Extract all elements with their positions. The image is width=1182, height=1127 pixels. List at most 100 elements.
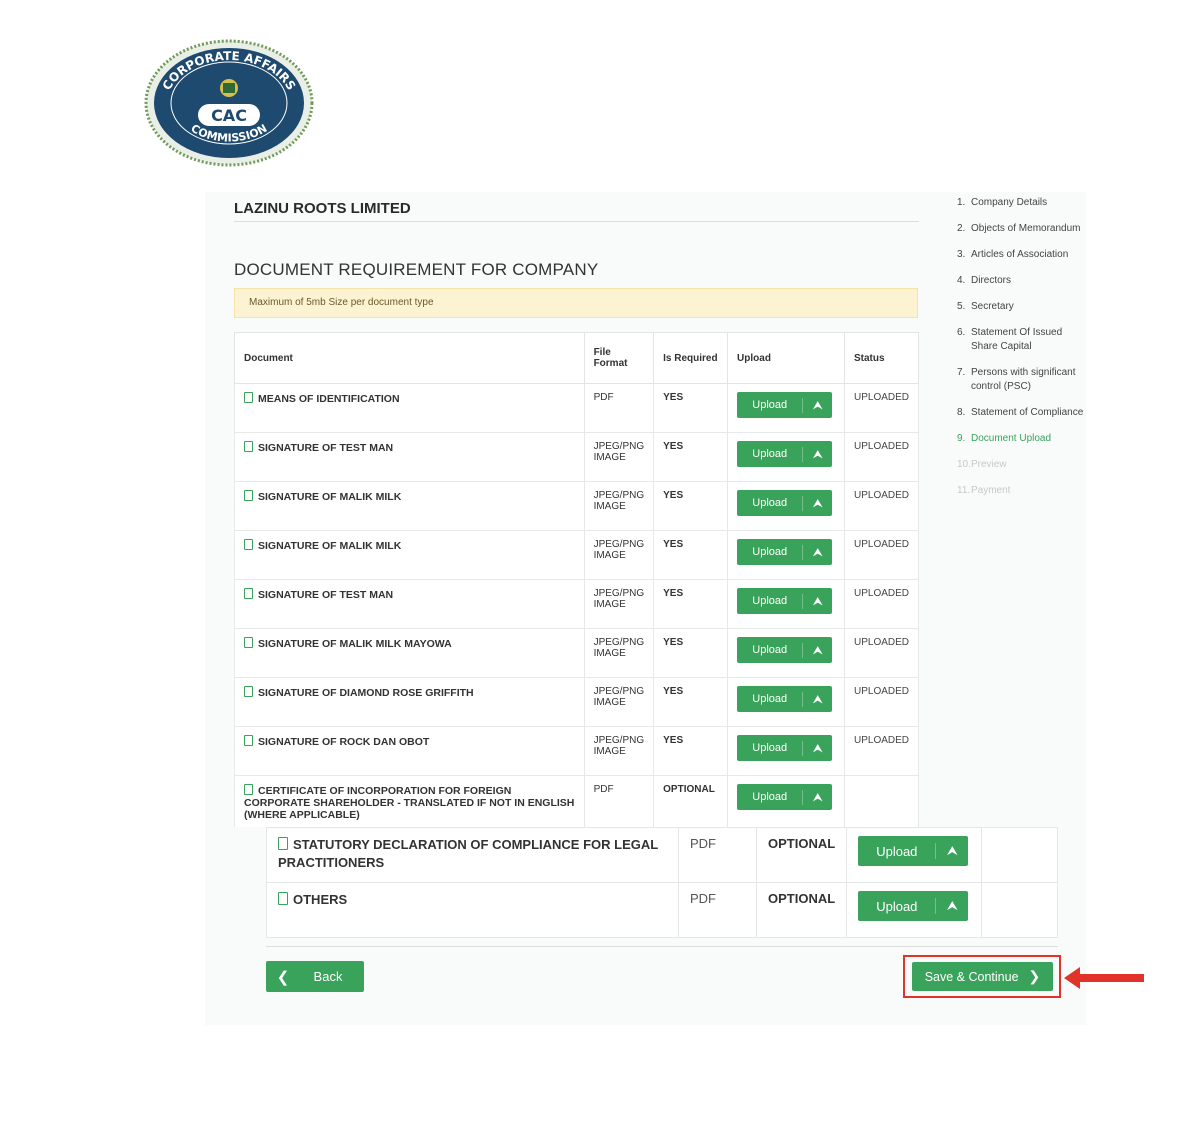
upload-button-label: Upload [752, 791, 788, 803]
upload-cell: Upload ⮝ [727, 775, 845, 830]
is-required-cell: OPTIONAL [653, 775, 729, 830]
upload-button[interactable]: Upload ⮝ [737, 784, 833, 810]
upload-cell: Upload ⮝ [727, 383, 845, 433]
document-name-cell: SIGNATURE OF MALIK MILK MAYOWA [234, 628, 585, 678]
main-panel: LAZINU ROOTS LIMITED DOCUMENT REQUIREMEN… [205, 192, 1087, 830]
upload-button[interactable]: Upload ⮝ [737, 392, 833, 418]
step-item[interactable]: 9. Document Upload [957, 432, 1087, 446]
file-format-cell: JPEG/PNG IMAGE [583, 726, 655, 776]
table-row: SIGNATURE OF MALIK MILK JPEG/PNG IMAGE Y… [234, 530, 920, 580]
document-name: SIGNATURE OF MALIK MILK MAYOWA [258, 638, 452, 650]
upload-button[interactable]: Upload ⮝ [858, 891, 969, 921]
is-required-cell: OPTIONAL [755, 882, 848, 938]
upload-icon: ⮝ [802, 446, 832, 462]
alert-info: Maximum of 5mb Size per document type [234, 288, 918, 318]
step-item[interactable]: 5. Secretary [957, 300, 1087, 314]
document-name-cell: SIGNATURE OF MALIK MILK [234, 530, 585, 580]
save-continue-button[interactable]: Save & Continue ❯ [912, 962, 1053, 991]
upload-button-label: Upload [876, 843, 918, 859]
save-continue-highlight: Save & Continue ❯ [903, 955, 1061, 998]
document-name-cell: CERTIFICATE OF INCORPORATION FOR FOREIGN… [234, 775, 585, 830]
lower-panel: STATUTORY DECLARATION OF COMPLIANCE FOR … [205, 827, 1086, 1025]
upload-cell: Upload ⮝ [846, 882, 983, 938]
table-header-row: Document File Format Is Required Upload … [234, 332, 920, 384]
step-item: 11. Payment [957, 484, 1087, 498]
table-row: SIGNATURE OF TEST MAN JPEG/PNG IMAGE YES… [234, 579, 920, 629]
upload-cell: Upload ⮝ [727, 432, 845, 482]
status-cell: UPLOADED [843, 432, 920, 482]
upload-cell: Upload ⮝ [846, 827, 983, 883]
upload-button[interactable]: Upload ⮝ [737, 539, 833, 565]
document-name: SIGNATURE OF MALIK MILK [258, 491, 402, 503]
step-number: 7. [957, 367, 966, 378]
upload-icon: ⮝ [802, 642, 832, 658]
status-cell [843, 775, 920, 830]
is-required-cell: YES [653, 628, 729, 678]
upload-icon: ⮝ [935, 843, 968, 859]
document-name-cell: SIGNATURE OF ROCK DAN OBOT [234, 726, 585, 776]
step-number: 5. [957, 301, 966, 312]
header-status: Status [843, 332, 920, 384]
is-required-cell: YES [653, 432, 729, 482]
is-required-cell: YES [653, 579, 729, 629]
status-cell: UPLOADED [843, 628, 920, 678]
upload-button[interactable]: Upload ⮝ [737, 441, 833, 467]
file-format-cell: JPEG/PNG IMAGE [583, 481, 655, 531]
status-cell: UPLOADED [843, 530, 920, 580]
upload-icon: ⮝ [802, 397, 832, 413]
upload-cell: Upload ⮝ [727, 726, 845, 776]
is-required-cell: YES [653, 726, 729, 776]
upload-button[interactable]: Upload ⮝ [737, 637, 833, 663]
step-item[interactable]: 6. Statement Of Issued Share Capital [957, 326, 1087, 354]
upload-button[interactable]: Upload ⮝ [858, 836, 969, 866]
document-name-cell: SIGNATURE OF TEST MAN [234, 579, 585, 629]
upload-button-label: Upload [752, 644, 788, 656]
chevron-left-icon: ❮ [276, 968, 290, 986]
upload-button[interactable]: Upload ⮝ [737, 588, 833, 614]
upload-button[interactable]: Upload ⮝ [737, 686, 833, 712]
step-number: 10. [957, 459, 971, 470]
upload-button-label: Upload [752, 693, 788, 705]
upload-button[interactable]: Upload ⮝ [737, 490, 833, 516]
step-item[interactable]: 7. Persons with significant control (PSC) [957, 366, 1087, 394]
file-format-cell: JPEG/PNG IMAGE [583, 530, 655, 580]
step-label: Articles of Association [971, 249, 1069, 260]
upload-cell: Upload ⮝ [727, 628, 845, 678]
step-label: Preview [971, 459, 1007, 470]
upload-button-label: Upload [752, 399, 788, 411]
is-required-cell: YES [653, 481, 729, 531]
table-row: OTHERS PDF OPTIONAL Upload ⮝ [266, 882, 1058, 938]
step-number: 2. [957, 223, 966, 234]
step-label: Company Details [971, 197, 1048, 208]
upload-button-label: Upload [752, 448, 788, 460]
upload-button-label: Upload [752, 742, 788, 754]
file-icon [244, 637, 253, 648]
step-item[interactable]: 2. Objects of Memorandum [957, 222, 1087, 236]
status-cell [981, 882, 1058, 938]
file-format-cell: PDF [583, 383, 655, 433]
upload-icon: ⮝ [802, 544, 832, 560]
documents-table-continued: STATUTORY DECLARATION OF COMPLIANCE FOR … [266, 827, 1058, 938]
step-item[interactable]: 4. Directors [957, 274, 1087, 288]
document-name-cell: SIGNATURE OF DIAMOND ROSE GRIFFITH [234, 677, 585, 727]
step-number: 9. [957, 433, 966, 444]
table-row: SIGNATURE OF ROCK DAN OBOT JPEG/PNG IMAG… [234, 726, 920, 776]
step-item[interactable]: 1. Company Details [957, 196, 1087, 210]
step-number: 8. [957, 407, 966, 418]
file-icon [244, 490, 253, 501]
upload-cell: Upload ⮝ [727, 677, 845, 727]
table-row: SIGNATURE OF MALIK MILK MAYOWA JPEG/PNG … [234, 628, 920, 678]
company-name: LAZINU ROOTS LIMITED [234, 200, 919, 222]
back-button[interactable]: ❮ Back [266, 961, 364, 992]
status-cell: UPLOADED [843, 677, 920, 727]
upload-icon: ⮝ [802, 495, 832, 511]
table-row: SIGNATURE OF MALIK MILK JPEG/PNG IMAGE Y… [234, 481, 920, 531]
upload-cell: Upload ⮝ [727, 481, 845, 531]
cac-logo: CORPORATE AFFAIRS COMMISSION CAC [143, 38, 315, 168]
document-name: SIGNATURE OF TEST MAN [258, 442, 394, 454]
step-item[interactable]: 8. Statement of Compliance [957, 406, 1087, 420]
step-item[interactable]: 3. Articles of Association [957, 248, 1087, 262]
document-name: SIGNATURE OF MALIK MILK [258, 540, 402, 552]
document-name-cell: MEANS OF IDENTIFICATION [234, 383, 585, 433]
upload-button[interactable]: Upload ⮝ [737, 735, 833, 761]
